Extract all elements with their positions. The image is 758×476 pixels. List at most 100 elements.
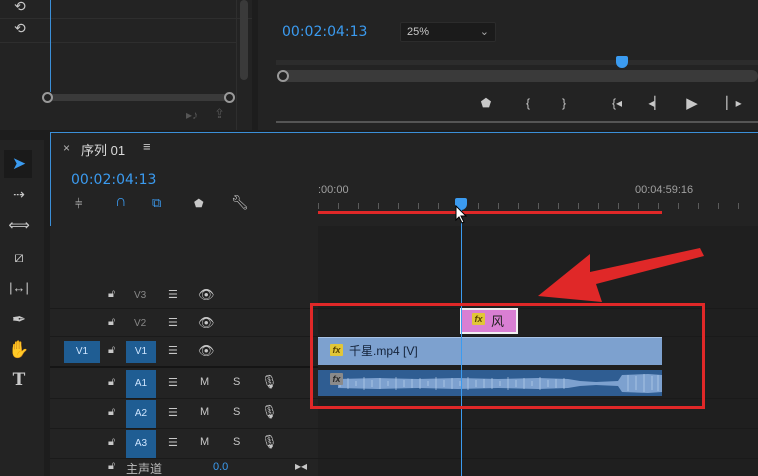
export-icon[interactable]: ⇪ [214, 106, 225, 122]
track-header-a2: 🔓︎ A2 ☰ M S 🎙︎ [50, 400, 318, 428]
zoom-scrollbar[interactable] [47, 94, 231, 101]
type-tool-icon[interactable]: T [6, 368, 32, 392]
panel-menu-icon[interactable]: ≡ [143, 139, 151, 154]
zoom-select[interactable]: 25% ⌄ [400, 22, 496, 42]
sync-lock-icon[interactable]: ☰ [168, 436, 178, 449]
sync-lock-icon[interactable]: ☰ [168, 316, 178, 329]
divider [276, 121, 758, 123]
step-forward-icon[interactable]: ▏▸ [724, 96, 744, 110]
ripple-edit-tool-icon[interactable]: ⟺ [6, 214, 32, 238]
program-timecode[interactable]: 00:02:04:13 [282, 24, 367, 40]
sync-lock-icon[interactable]: ☰ [168, 376, 178, 389]
lock-icon[interactable]: 🔓︎ [108, 460, 115, 473]
highlight-box [310, 303, 705, 409]
master-volume-value[interactable]: 0.0 [213, 461, 228, 473]
reset-icon[interactable]: ⟲ [14, 0, 26, 15]
add-marker-icon[interactable]: ⬟ [478, 96, 494, 110]
audio-only-icon[interactable]: ▸♪ [186, 108, 198, 122]
ruler-ticks [318, 203, 758, 209]
lock-icon[interactable]: 🔓︎ [108, 316, 115, 329]
divider [50, 428, 318, 429]
insert-nest-icon[interactable]: ⫩ [75, 196, 82, 212]
track-label: V2 [134, 318, 147, 329]
mouse-cursor-icon [455, 205, 468, 224]
mute-button[interactable]: M [200, 436, 209, 448]
track-headers: 🔓︎ V3 ☰ 👁︎ 🔓︎ V2 ☰ 👁︎ V1 🔓︎ V1 ☰ 👁︎ 🔓︎ A… [50, 226, 318, 476]
program-ruler[interactable] [276, 60, 758, 65]
divider [318, 428, 758, 429]
divider [50, 366, 318, 368]
source-patch-v1[interactable]: V1 [64, 341, 100, 363]
lock-icon[interactable]: 🔓︎ [108, 344, 115, 357]
time-ruler[interactable]: :00:00 00:04:59:16 [318, 173, 758, 223]
track-target-a3[interactable]: A3 [126, 430, 156, 458]
slip-tool-icon[interactable]: |↔| [6, 276, 32, 300]
lock-icon[interactable]: 🔓︎ [108, 406, 115, 419]
eye-icon[interactable]: 👁︎ [198, 343, 215, 359]
divider [0, 42, 236, 43]
program-monitor-panel: 00:02:04:13 25% ⌄ ⬟ { } {◂ ◂▏ ▶ ▏▸ [258, 0, 758, 130]
mark-in-icon[interactable]: { [520, 96, 536, 110]
go-to-in-icon[interactable]: {◂ [606, 96, 628, 110]
reset-icon[interactable]: ⟲ [14, 20, 26, 37]
master-track-label: 主声道 [126, 462, 163, 476]
divider [318, 458, 758, 459]
track-target-a2[interactable]: A2 [126, 400, 156, 428]
sequence-tab[interactable]: 序列 01 [81, 140, 125, 159]
divider [236, 0, 237, 130]
pen-tool-icon[interactable]: ✒ [6, 308, 32, 332]
add-marker-icon[interactable]: ⬟ [194, 197, 204, 210]
zoom-handle-right[interactable] [224, 92, 235, 103]
program-playhead[interactable] [616, 56, 628, 68]
step-back-icon[interactable]: ◂▏ [646, 96, 666, 110]
hand-tool-icon[interactable]: ✋ [6, 338, 32, 362]
wrench-icon[interactable]: 🔧︎ [231, 194, 249, 211]
track-header-a1: 🔓︎ A1 ☰ M S 🎙︎ [50, 370, 318, 398]
track-label: V3 [134, 290, 147, 301]
chevron-down-icon: ⌄ [479, 26, 489, 38]
solo-button[interactable]: S [233, 376, 240, 388]
microphone-icon[interactable]: 🎙︎ [261, 374, 278, 390]
microphone-icon[interactable]: 🎙︎ [261, 434, 278, 450]
snap-magnet-icon[interactable]: ∩ [115, 193, 127, 211]
eye-icon[interactable]: 👁︎ [198, 315, 215, 331]
sync-lock-icon[interactable]: ☰ [168, 406, 178, 419]
divider [50, 336, 318, 337]
razor-tool-icon[interactable]: ⧄ [6, 246, 32, 270]
mark-out-icon[interactable]: } [556, 96, 572, 110]
solo-button[interactable]: S [233, 436, 240, 448]
sync-lock-icon[interactable]: ☰ [168, 288, 178, 301]
mute-button[interactable]: M [200, 406, 209, 418]
track-header-v2: 🔓︎ V2 ☰ 👁︎ [50, 312, 318, 336]
lock-icon[interactable]: 🔓︎ [108, 288, 115, 301]
program-zoom-bar[interactable] [278, 70, 758, 82]
mute-button[interactable]: M [200, 376, 209, 388]
divider [0, 18, 252, 19]
go-to-out-icon[interactable]: ▸◂ [295, 459, 307, 473]
ruler-end-label: 00:04:59:16 [635, 184, 694, 196]
selection-tool-icon[interactable]: ➤ [6, 152, 32, 176]
play-icon[interactable]: ▶ [684, 94, 700, 112]
track-select-tool-icon[interactable]: ⇢ [6, 182, 32, 206]
track-header-a3: 🔓︎ A3 ☰ M S 🎙︎ [50, 430, 318, 458]
microphone-icon[interactable]: 🎙︎ [261, 404, 278, 420]
close-icon[interactable]: × [63, 141, 70, 155]
work-area-bar[interactable] [318, 211, 662, 214]
sequence-timecode[interactable]: 00:02:04:13 [71, 172, 156, 188]
zoom-value: 25% [407, 26, 430, 38]
track-target-a1[interactable]: A1 [126, 370, 156, 398]
lock-icon[interactable]: 🔓︎ [108, 436, 115, 449]
zoom-handle-left[interactable] [277, 70, 289, 82]
scrollbar[interactable] [240, 0, 248, 80]
lock-icon[interactable]: 🔓︎ [108, 376, 115, 389]
mini-playhead-line [50, 0, 51, 92]
divider [50, 308, 318, 309]
track-target-v1[interactable]: V1 [126, 341, 156, 363]
zoom-handle-left[interactable] [42, 92, 53, 103]
solo-button[interactable]: S [233, 406, 240, 418]
eye-icon[interactable]: 👁︎ [198, 287, 215, 303]
divider [50, 398, 318, 399]
sync-lock-icon[interactable]: ☰ [168, 344, 178, 357]
linked-selection-icon[interactable]: ⧉ [152, 195, 161, 211]
annotation-arrow [538, 248, 704, 302]
